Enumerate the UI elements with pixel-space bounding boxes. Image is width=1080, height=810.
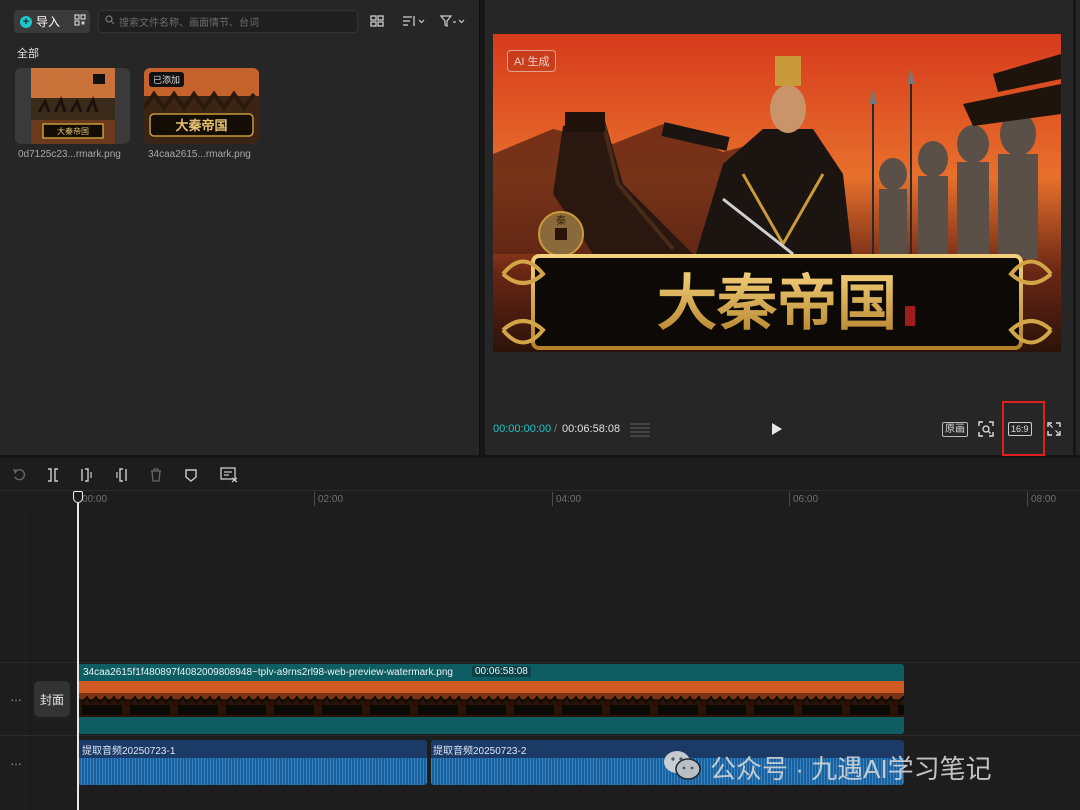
import-label: 导入 (36, 15, 61, 29)
ruler-tick (789, 492, 790, 506)
track-more-icon[interactable]: … (10, 690, 22, 704)
cover-label: 封面 (39, 692, 64, 707)
list-icon[interactable] (629, 421, 651, 442)
added-badge: 已添加 (149, 72, 185, 87)
add-text-icon[interactable] (220, 467, 238, 488)
zoom-fit-icon[interactable] (978, 421, 994, 442)
audio-waveform (78, 758, 427, 785)
aspect-ratio-button[interactable]: 16:9 (1008, 422, 1032, 436)
player-panel: 秦 大秦帝国 AI 生成 00:00:00:00 / 00:06:58:08 原… (485, 0, 1073, 456)
ruler-label: 06:00 (793, 494, 819, 505)
media-item-filename: 34caa2615...rmark.png (148, 149, 251, 160)
playhead-handle[interactable] (73, 491, 83, 503)
filter-icon[interactable] (439, 14, 466, 33)
trim-right-icon[interactable] (114, 468, 128, 487)
ruler-label: 00:00 (82, 494, 108, 505)
ruler-tick (552, 492, 553, 506)
import-button[interactable]: + 导入 (14, 10, 90, 33)
track-more-icon[interactable]: … (10, 754, 22, 768)
qr-icon[interactable] (74, 14, 86, 29)
search-placeholder: 搜索文件名称、画面情节、台词 (119, 18, 259, 29)
media-panel: + 导入 搜索文件名称、画面情节、台词 全部 大秦帝国 0d7125c23...… (0, 0, 480, 455)
svg-text:大秦帝国: 大秦帝国 (657, 269, 897, 339)
original-quality-label: 原画 (945, 424, 965, 435)
watermark: 公众号 · 九遇AI学习笔记 (662, 748, 992, 787)
delete-icon[interactable] (149, 468, 163, 487)
media-item[interactable]: 大秦帝国 已添加 (144, 68, 259, 144)
svg-text:大秦帝国: 大秦帝国 (57, 126, 89, 136)
current-time: 00:00:00:00 (493, 423, 552, 435)
time-separator: / (554, 423, 558, 435)
video-clip-duration: 00:06:58:08 (472, 666, 531, 677)
category-all[interactable]: 全部 (17, 45, 39, 61)
cover-button[interactable]: 封面 (34, 681, 70, 717)
watermark-text: 公众号 · 九遇AI学习笔记 (710, 754, 992, 784)
ruler-label: 02:00 (318, 494, 344, 505)
fullscreen-icon[interactable] (1047, 422, 1061, 441)
media-item-filename: 0d7125c23...rmark.png (18, 149, 121, 160)
sort-icon[interactable] (402, 14, 426, 33)
time-ruler[interactable]: 00:00 02:00 04:00 06:00 08:00 (78, 490, 1080, 508)
trim-left-icon[interactable] (80, 468, 94, 487)
undo-icon[interactable] (12, 468, 26, 487)
aspect-ratio-label: 16:9 (1011, 424, 1029, 434)
preview-image: 秦 大秦帝国 (493, 34, 1061, 352)
plus-icon: + (20, 15, 32, 28)
search-input[interactable]: 搜索文件名称、画面情节、台词 (98, 10, 358, 33)
audio-clip-name: 提取音频20250723-1 (82, 746, 176, 757)
ruler-tick (1027, 492, 1028, 506)
ai-generated-badge: AI 生成 (507, 50, 557, 72)
preview-canvas: 秦 大秦帝国 AI 生成 (493, 34, 1061, 352)
audio-clip-name: 提取音频20250723-2 (433, 746, 527, 757)
media-thumbnail: 大秦帝国 (31, 68, 115, 144)
wechat-icon (662, 748, 702, 787)
playhead[interactable] (73, 491, 83, 810)
svg-text:大秦帝国: 大秦帝国 (175, 118, 227, 134)
video-clip[interactable]: 34caa2615f1f480897f4082009808948~tplv-a9… (78, 664, 904, 734)
track-divider (0, 735, 1080, 736)
properties-panel-edge (1076, 0, 1080, 455)
audio-clip[interactable]: 提取音频20250723-1 (78, 740, 427, 785)
search-icon (105, 15, 115, 28)
total-time: 00:06:58:08 (562, 423, 621, 435)
svg-text:秦: 秦 (556, 214, 566, 227)
media-item[interactable]: 大秦帝国 (15, 68, 130, 144)
video-clip-name: 34caa2615f1f480897f4082009808948~tplv-a9… (83, 667, 453, 678)
video-filmstrip (78, 681, 904, 717)
ruler-tick (314, 492, 315, 506)
ruler-label: 04:00 (556, 494, 582, 505)
track-divider (0, 662, 1080, 663)
ruler-label: 08:00 (1031, 494, 1057, 505)
play-button[interactable] (771, 422, 783, 441)
original-quality-button[interactable]: 原画 (942, 422, 968, 437)
grid-view-icon[interactable] (370, 14, 384, 33)
split-icon[interactable] (46, 468, 60, 487)
playhead-line (77, 503, 79, 810)
mark-icon[interactable] (184, 468, 198, 487)
